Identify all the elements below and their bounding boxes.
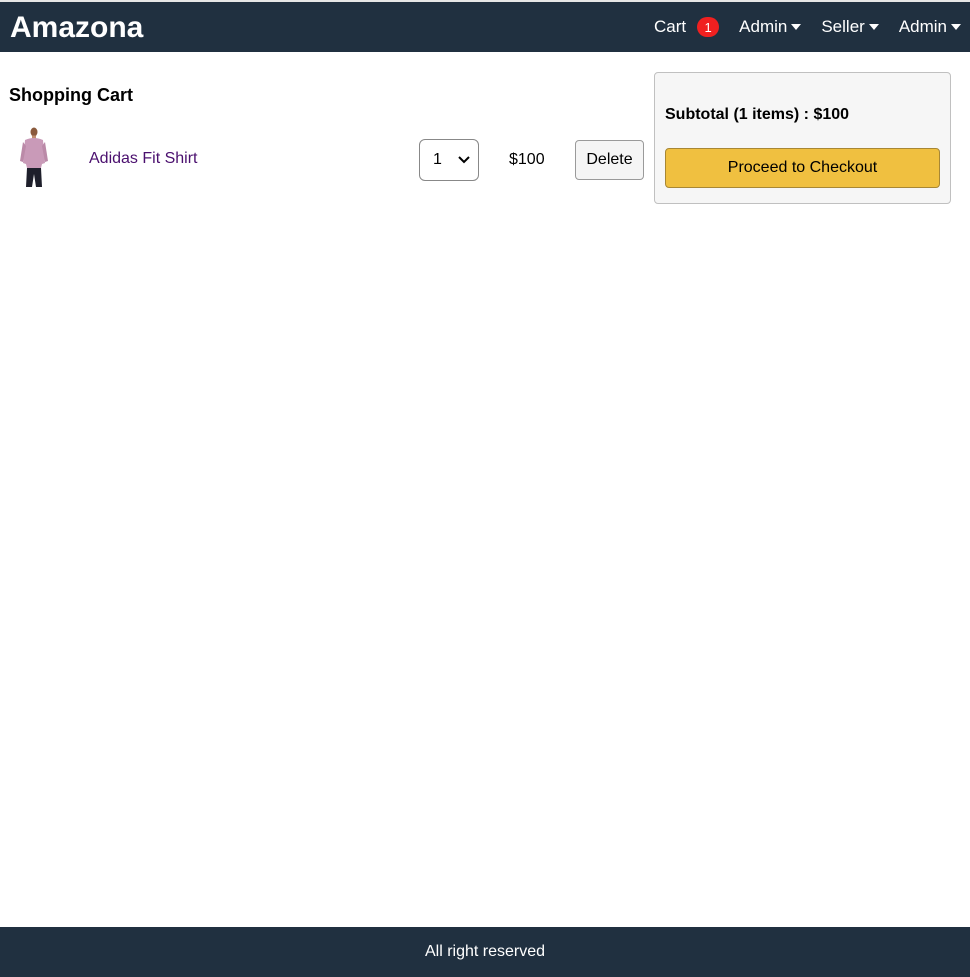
cart-count-badge: 1	[697, 17, 720, 37]
admin-menu-label: Admin	[739, 17, 788, 36]
seller-menu-label: Seller	[821, 17, 865, 36]
seller-menu-dropdown[interactable]: Seller	[821, 17, 879, 37]
page-title: Shopping Cart	[9, 85, 133, 105]
product-name-link[interactable]: Adidas Fit Shirt	[89, 150, 197, 168]
cart-item-row: Adidas Fit Shirt 1 $100 Delete	[9, 124, 649, 190]
brand-logo[interactable]: Amazona	[10, 11, 143, 45]
quantity-value: 1	[433, 151, 442, 168]
nav-menu: Cart 1 Admin Seller Admin	[654, 2, 961, 52]
cart-link[interactable]: Cart 1	[654, 17, 720, 37]
caret-down-icon	[951, 24, 961, 30]
caret-down-icon	[868, 24, 879, 30]
subtotal-text: Subtotal (1 items) : $100	[665, 106, 850, 123]
caret-down-icon	[791, 24, 802, 30]
item-price: $100	[509, 151, 545, 168]
quantity-select[interactable]: 1	[419, 139, 479, 181]
footer: All right reserved	[0, 927, 970, 977]
shirt-product-image[interactable]	[18, 126, 50, 188]
order-summary-card: Subtotal (1 items) : $100 Proceed to Che…	[654, 72, 951, 204]
footer-text: All right reserved	[424, 943, 546, 960]
proceed-to-checkout-button[interactable]: Proceed to Checkout	[665, 148, 940, 188]
admin-menu-dropdown-2[interactable]: Admin	[899, 17, 961, 37]
cart-label: Cart	[654, 17, 687, 36]
delete-button[interactable]: Delete	[575, 140, 644, 180]
chevron-down-icon	[458, 156, 470, 164]
navbar: Amazona Cart 1 Admin Seller Admin	[0, 2, 970, 52]
admin-menu-dropdown[interactable]: Admin	[739, 17, 802, 37]
admin-menu-label-2: Admin	[898, 17, 947, 36]
